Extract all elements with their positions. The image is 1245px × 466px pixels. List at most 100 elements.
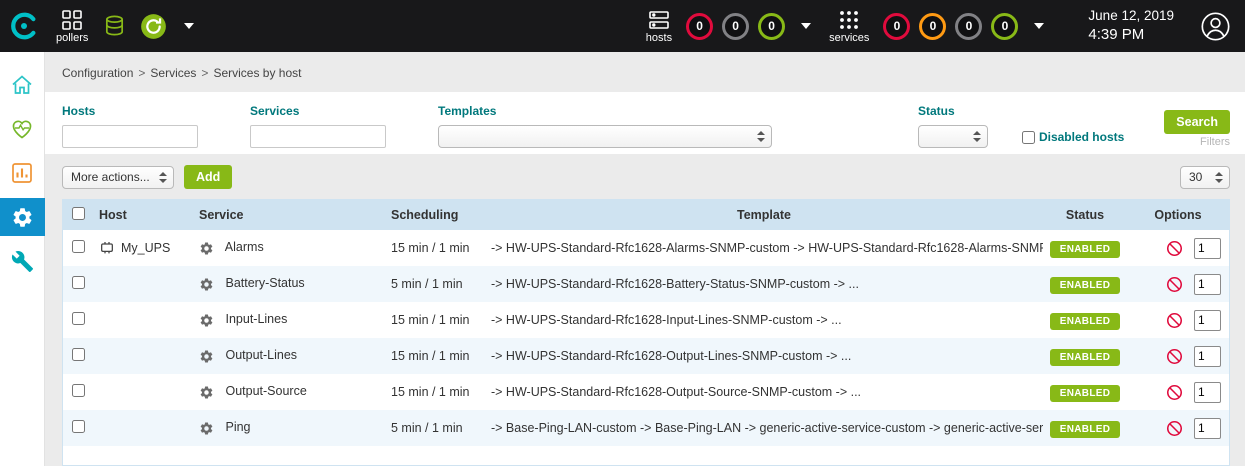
disable-icon[interactable] (1166, 240, 1183, 257)
service-link[interactable]: Input-Lines (225, 312, 287, 326)
status-counter[interactable]: 0 (991, 13, 1018, 40)
sidebar-item-monitoring[interactable] (0, 110, 45, 148)
options-count-input[interactable] (1194, 382, 1221, 403)
service-link[interactable]: Output-Lines (225, 348, 297, 362)
options-count-input[interactable] (1194, 418, 1221, 439)
more-actions-select[interactable]: More actions... (62, 166, 174, 189)
breadcrumb-link[interactable]: Services (150, 66, 196, 80)
options-count-input[interactable] (1194, 274, 1221, 295)
row-checkbox[interactable] (72, 312, 85, 325)
sidebar-item-configuration[interactable] (0, 198, 45, 236)
host-link[interactable]: My_UPS (121, 241, 170, 255)
service-link[interactable]: Ping (225, 420, 250, 434)
chevron-down-icon[interactable] (801, 23, 811, 29)
breadcrumb-link[interactable]: Services by host (213, 66, 301, 80)
hosts-filter-input[interactable] (62, 125, 198, 148)
column-header-template[interactable]: Template (485, 200, 1043, 230)
options-count-input[interactable] (1194, 346, 1221, 367)
column-header-status[interactable]: Status (1043, 200, 1127, 230)
status-select[interactable] (918, 125, 988, 148)
services-filter-label: Services (250, 104, 386, 118)
search-button[interactable]: Search (1164, 110, 1230, 134)
select-arrows-icon (973, 126, 981, 147)
filters-caption: Filters (1200, 136, 1230, 148)
column-header-service[interactable]: Service (193, 200, 385, 230)
heartbeat-icon (10, 117, 34, 141)
user-icon (1200, 11, 1231, 42)
templates-filter-label: Templates (438, 104, 772, 118)
disable-icon[interactable] (1166, 420, 1183, 437)
service-counters: 0 0 0 0 (883, 13, 1018, 40)
templates-select[interactable] (438, 125, 772, 148)
action-bar: More actions... Add 30 (45, 154, 1245, 199)
hosts-label: hosts (646, 32, 672, 44)
pollers-icon (60, 8, 84, 32)
disabled-hosts-label[interactable]: Disabled hosts (1039, 130, 1124, 144)
hosts-icon (647, 8, 671, 32)
table-row: My_UPS Alarms 15 min / 1 min -> HW-UPS-S… (63, 230, 1229, 266)
add-button[interactable]: Add (184, 165, 232, 189)
database-status-button[interactable] (103, 13, 126, 39)
services-menu[interactable]: services (829, 8, 869, 44)
pollers-menu[interactable]: pollers (56, 8, 88, 44)
column-header-host[interactable]: Host (93, 200, 193, 230)
status-counter[interactable]: 0 (686, 13, 713, 40)
row-checkbox[interactable] (72, 240, 85, 253)
status-badge: ENABLED (1050, 349, 1120, 366)
home-icon (10, 73, 34, 97)
host-counters: 0 0 0 (686, 13, 785, 40)
status-counter[interactable]: 0 (919, 13, 946, 40)
hosts-status-group: hosts 0 0 0 (638, 8, 821, 44)
service-link[interactable]: Alarms (225, 240, 264, 254)
options-count-input[interactable] (1194, 238, 1221, 259)
hosts-menu[interactable]: hosts (646, 8, 672, 44)
sidebar-item-administration[interactable] (0, 242, 45, 280)
table-row: Battery-Status 5 min / 1 min -> HW-UPS-S… (63, 266, 1229, 302)
options-count-input[interactable] (1194, 310, 1221, 331)
service-link[interactable]: Battery-Status (225, 276, 304, 290)
topbar: pollers hosts 0 0 0 (0, 0, 1245, 52)
services-filter-input[interactable] (250, 125, 386, 148)
clock: June 12, 2019 4:39 PM (1088, 7, 1174, 44)
select-arrows-icon (159, 167, 167, 188)
service-gear-icon (199, 349, 214, 364)
disable-icon[interactable] (1166, 276, 1183, 293)
status-counter[interactable]: 0 (758, 13, 785, 40)
template-cell: -> HW-UPS-Standard-Rfc1628-Alarms-SNMP-c… (485, 230, 1043, 266)
row-checkbox[interactable] (72, 384, 85, 397)
sidebar-item-reporting[interactable] (0, 154, 45, 192)
status-filter-label: Status (918, 104, 988, 118)
chevron-down-icon[interactable] (184, 23, 194, 29)
page-size-select[interactable]: 30 (1180, 166, 1230, 189)
table-row: Input-Lines 15 min / 1 min -> HW-UPS-Sta… (63, 302, 1229, 338)
scheduling-cell: 15 min / 1 min (385, 230, 485, 266)
user-menu[interactable] (1200, 11, 1231, 42)
services-label: services (829, 32, 869, 44)
service-link[interactable]: Output-Source (225, 384, 306, 398)
column-header-scheduling[interactable]: Scheduling (385, 200, 485, 230)
tools-icon (11, 250, 34, 273)
select-all-checkbox[interactable] (72, 207, 85, 220)
status-counter[interactable]: 0 (883, 13, 910, 40)
status-badge: ENABLED (1050, 241, 1120, 258)
service-gear-icon (199, 313, 214, 328)
row-checkbox[interactable] (72, 276, 85, 289)
refresh-status-icon (140, 13, 167, 40)
disabled-hosts-checkbox[interactable] (1022, 131, 1035, 144)
sidebar-item-home[interactable] (0, 66, 45, 104)
disable-icon[interactable] (1166, 384, 1183, 401)
breadcrumb-separator: > (201, 66, 208, 80)
row-checkbox[interactable] (72, 420, 85, 433)
status-counter[interactable]: 0 (955, 13, 982, 40)
service-gear-icon (199, 385, 214, 400)
poller-state-button[interactable] (140, 13, 167, 40)
centreon-logo[interactable] (0, 0, 48, 52)
hosts-filter-label: Hosts (62, 104, 198, 118)
status-counter[interactable]: 0 (722, 13, 749, 40)
disable-icon[interactable] (1166, 348, 1183, 365)
disable-icon[interactable] (1166, 312, 1183, 329)
chevron-down-icon[interactable] (1034, 23, 1044, 29)
table-header-row: Host Service Scheduling Template Status … (63, 200, 1229, 230)
row-checkbox[interactable] (72, 348, 85, 361)
breadcrumb-link[interactable]: Configuration (62, 66, 133, 80)
